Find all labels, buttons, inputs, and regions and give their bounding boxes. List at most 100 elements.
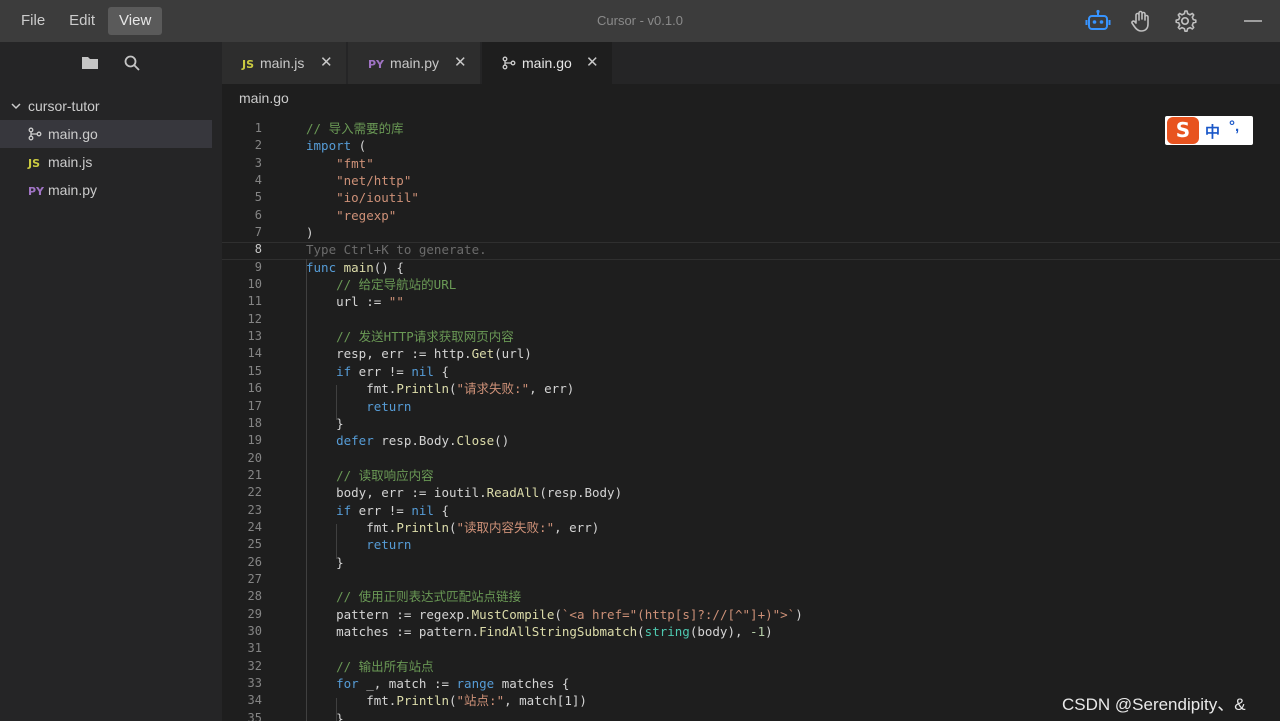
line-number: 22 [247, 485, 262, 500]
code-line[interactable]: if err != nil { [306, 363, 1266, 380]
code-token: (resp.Body) [539, 485, 623, 501]
code-line[interactable] [306, 571, 1266, 588]
code-token: fmt. [306, 693, 397, 709]
code-line[interactable]: Type Ctrl+K to generate. [306, 241, 1266, 258]
code-line[interactable]: // 给定导航站的URL [306, 276, 1266, 293]
ime-toolbar[interactable]: S 中 °, [1165, 116, 1253, 145]
line-number: 6 [254, 207, 262, 222]
breadcrumb[interactable]: main.go [239, 90, 289, 106]
code-line[interactable]: fmt.Println("读取内容失败:", err) [306, 519, 1266, 536]
line-number: 33 [247, 676, 262, 690]
code-line[interactable]: matches := pattern.FindAllStringSubmatch… [306, 623, 1266, 640]
code-token: Println [396, 693, 449, 709]
generate-placeholder: Type Ctrl+K to generate. [306, 242, 487, 258]
code-editor[interactable]: 1 2 3 4 5 6 7 8 9 10 11 12 13 14 15 16 17 18 19 20 21 22 23 24 2… [222, 112, 1280, 721]
code-token: nil [411, 502, 434, 518]
tab-main-js[interactable]: JS main.js ✕ [222, 42, 346, 84]
ime-mode-label[interactable]: 中 [1205, 121, 1220, 142]
code-token: ( [554, 606, 562, 622]
line-number: 2 [254, 138, 262, 153]
code-line[interactable] [306, 311, 1266, 328]
folder-icon[interactable] [80, 53, 100, 73]
code-token: nil [411, 363, 434, 379]
code-line[interactable]: body, err := ioutil.ReadAll(resp.Body) [306, 484, 1266, 501]
code-line[interactable] [306, 450, 1266, 467]
file-item-main-js[interactable]: JS main.js [0, 148, 212, 176]
hand-icon[interactable] [1129, 8, 1155, 34]
js-file-icon: JS [28, 157, 41, 170]
code-token: if [306, 502, 352, 518]
code-token: } [306, 554, 344, 570]
code-line[interactable]: if err != nil { [306, 502, 1266, 519]
code-line[interactable]: ) [306, 224, 1266, 241]
code-line[interactable]: "fmt" [306, 155, 1266, 172]
line-number: 19 [247, 433, 262, 448]
code-line[interactable]: return [306, 398, 1266, 415]
code-line[interactable]: fmt.Println("请求失败:", err) [306, 380, 1266, 397]
robot-icon[interactable] [1085, 8, 1111, 34]
file-item-main-go[interactable]: main.go [0, 120, 212, 148]
code-token: , err) [529, 381, 575, 397]
code-line[interactable] [306, 640, 1266, 657]
code-line[interactable]: // 使用正则表达式匹配站点链接 [306, 588, 1266, 605]
code-token: resp.Body. [373, 433, 457, 449]
code-line[interactable]: return [306, 536, 1266, 553]
line-number: 5 [254, 190, 262, 205]
line-number: 7 [254, 225, 262, 240]
code-token: range [456, 676, 495, 691]
code-line[interactable]: pattern := regexp.MustCompile(`<a href="… [306, 606, 1266, 623]
code-line[interactable]: "regexp" [306, 207, 1266, 224]
file-item-main-py[interactable]: PY main.py [0, 176, 212, 204]
code-line[interactable]: resp, err := http.Get(url) [306, 345, 1266, 362]
code-line[interactable]: "net/http" [306, 172, 1266, 189]
tab-main-py[interactable]: PY main.py ✕ [348, 42, 480, 84]
py-file-icon: PY [28, 185, 45, 198]
line-number: 34 [247, 693, 262, 708]
code-line[interactable]: url := "" [306, 293, 1266, 310]
code-token: for [306, 676, 359, 691]
line-number: 23 [247, 502, 262, 517]
gear-icon[interactable] [1172, 8, 1198, 34]
line-number: 20 [247, 450, 262, 465]
code-line[interactable]: } [306, 415, 1266, 432]
code-token: _, match := [358, 676, 457, 691]
code-token: { [433, 502, 450, 518]
py-file-icon: PY [368, 58, 385, 71]
code-token: ) [795, 606, 803, 622]
line-number: 15 [247, 363, 262, 378]
code-line[interactable]: func main() { [306, 259, 1266, 276]
line-number-gutter: 1 2 3 4 5 6 7 8 9 10 11 12 13 14 15 16 17 18 19 20 21 22 23 24 2… [222, 120, 262, 721]
code-token: "fmt" [306, 155, 374, 171]
code-content[interactable]: // 导入需要的库 import ( "fmt" "net/http" "io/i… [306, 120, 1266, 721]
close-icon[interactable]: ✕ [454, 42, 467, 84]
code-token: main [343, 259, 374, 275]
code-token: (url) [494, 346, 532, 362]
line-number: 28 [247, 589, 262, 604]
tab-main-go[interactable]: main.go ✕ [482, 42, 612, 84]
minimize-icon[interactable] [1240, 8, 1266, 34]
code-line[interactable]: "io/ioutil" [306, 189, 1266, 206]
code-token: ( [449, 381, 457, 397]
code-token: -1 [750, 623, 766, 639]
search-icon[interactable] [122, 53, 142, 73]
code-line[interactable]: } [306, 554, 1266, 571]
folder-cursor-tutor[interactable]: cursor-tutor [10, 95, 100, 117]
line-number: 17 [247, 398, 262, 413]
code-line[interactable]: defer resp.Body.Close() [306, 432, 1266, 449]
code-token: () [494, 433, 510, 449]
code-line[interactable]: // 读取响应内容 [306, 467, 1266, 484]
line-number: 32 [247, 658, 262, 673]
code-token: , err) [554, 519, 600, 535]
code-token: "regexp" [306, 207, 397, 223]
close-icon[interactable]: ✕ [320, 42, 333, 84]
ime-punct-label[interactable]: °, [1229, 118, 1239, 135]
code-line[interactable]: // 发送HTTP请求获取网页内容 [306, 328, 1266, 345]
code-line[interactable]: import ( [306, 137, 1266, 154]
code-token: Get [471, 346, 495, 362]
code-line[interactable]: // 导入需要的库 [306, 120, 1266, 137]
watermark: CSDN @Serendipity、& [1062, 695, 1246, 714]
close-icon[interactable]: ✕ [586, 42, 599, 84]
code-line[interactable]: // 输出所有站点 [306, 658, 1266, 675]
line-number: 8 [254, 242, 262, 257]
